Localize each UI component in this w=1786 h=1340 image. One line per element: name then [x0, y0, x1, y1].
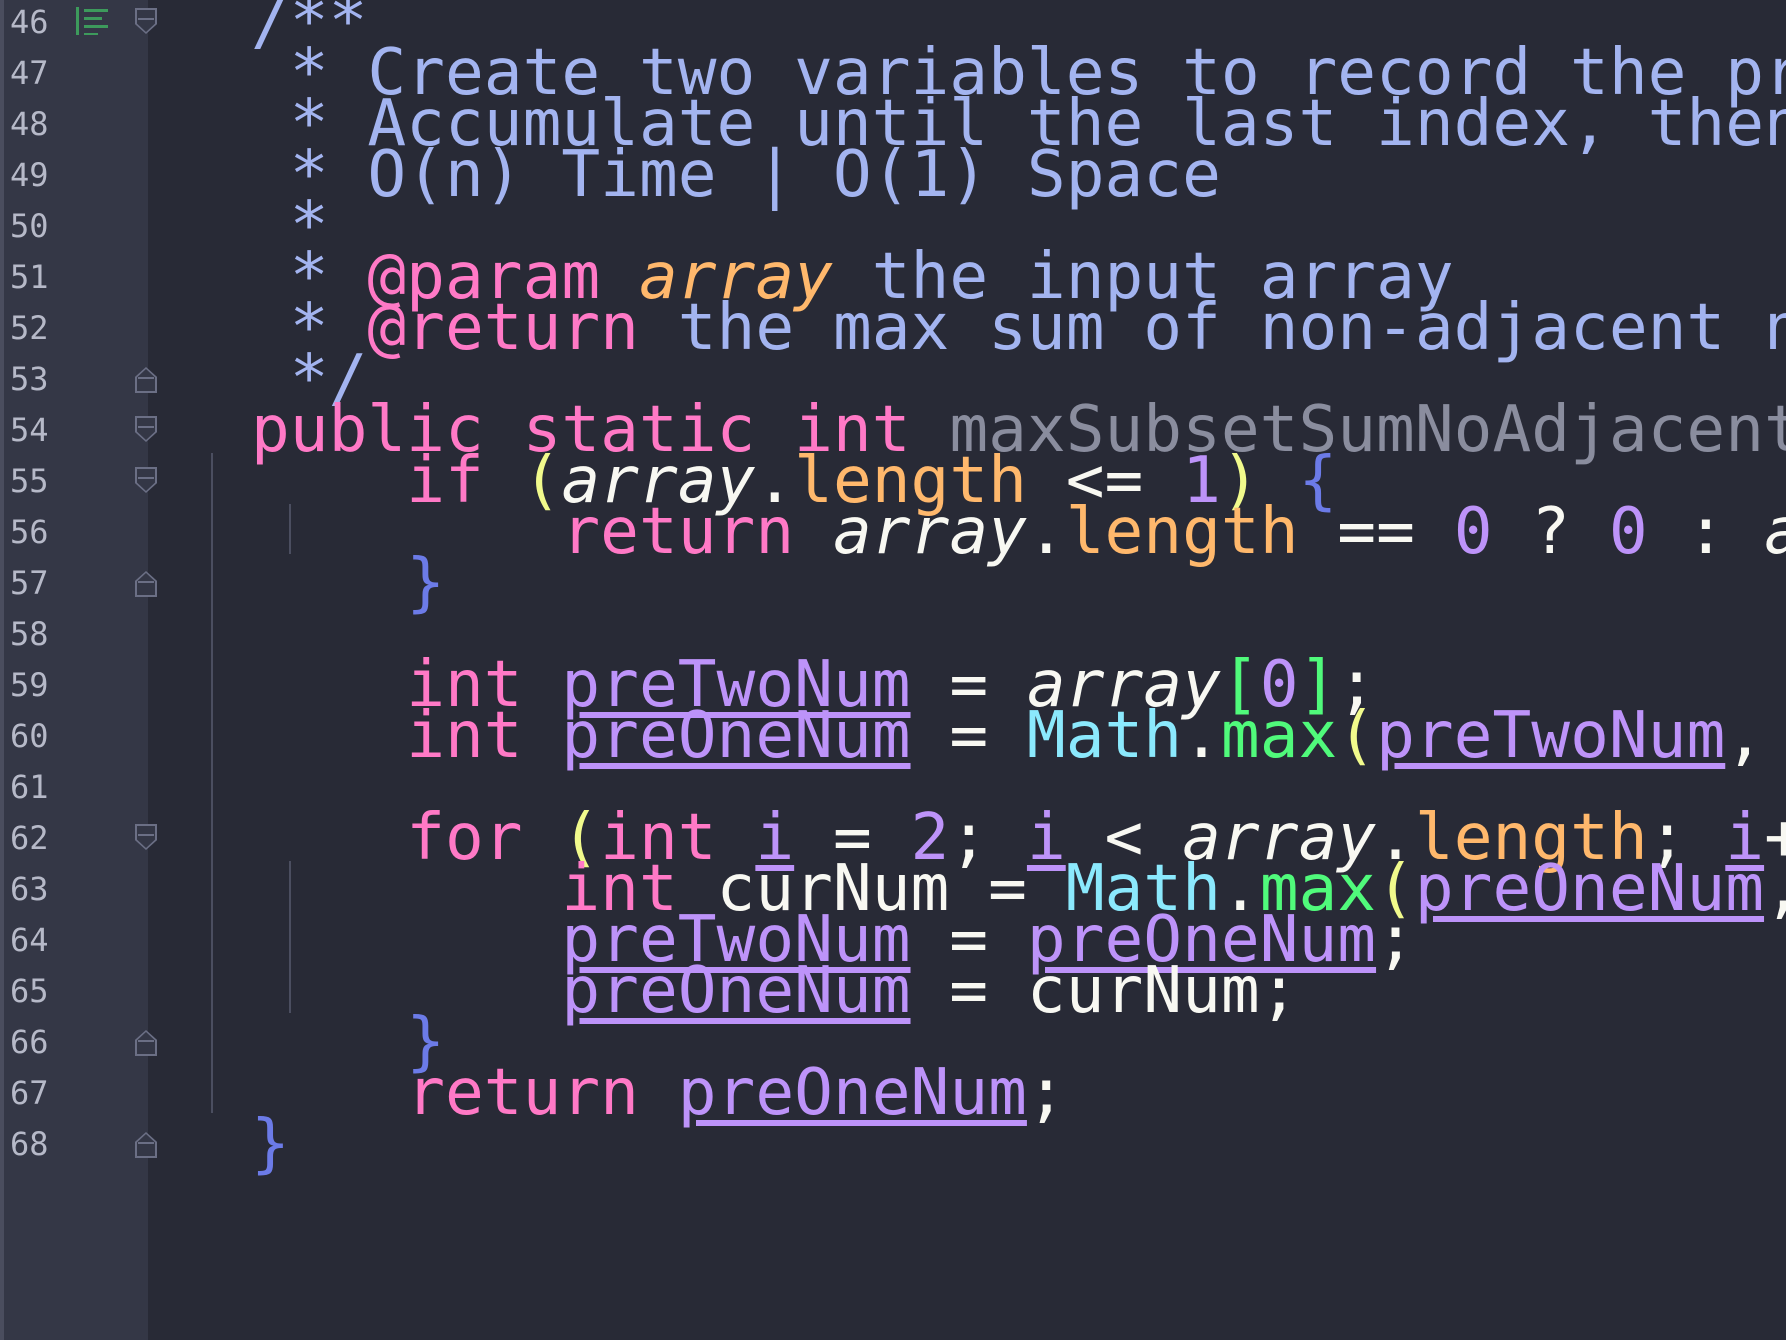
code-token: } — [251, 1106, 290, 1181]
fold-end-icon[interactable] — [135, 367, 157, 393]
fold-end-icon[interactable] — [135, 571, 157, 597]
code-text[interactable]: * O(n) Time | O(1) Space — [251, 142, 1221, 206]
fold-collapse-icon[interactable] — [135, 824, 157, 850]
fold-end-icon[interactable] — [135, 1030, 157, 1056]
line-number[interactable]: 60 — [10, 707, 49, 765]
line-number[interactable]: 65 — [10, 962, 49, 1020]
line-number[interactable]: 66 — [10, 1013, 49, 1071]
line-number[interactable]: 62 — [10, 809, 49, 867]
line-number[interactable]: 54 — [10, 401, 49, 459]
fold-end-icon[interactable] — [135, 1132, 157, 1158]
code-line-57[interactable]: 57 } — [0, 550, 1786, 614]
line-number[interactable]: 49 — [10, 146, 49, 204]
line-number[interactable]: 68 — [10, 1115, 49, 1173]
code-text[interactable]: return array.length == 0 ? 0 : array[0]; — [251, 499, 1786, 563]
line-number[interactable]: 48 — [10, 95, 49, 153]
indent-guide — [289, 861, 291, 1013]
fold-collapse-icon[interactable] — [135, 467, 157, 493]
indent-guide — [211, 453, 213, 1113]
code-editor[interactable]: 46/** 47 * Create two variables to record… — [0, 0, 1786, 1340]
code-line-60[interactable]: 60 int preOneNum = Math.max(preTwoNum, a… — [0, 703, 1786, 767]
code-text[interactable]: return preOneNum; — [251, 1060, 1066, 1124]
indent-guide — [289, 504, 291, 554]
line-number[interactable]: 50 — [10, 197, 49, 255]
line-number[interactable]: 55 — [10, 452, 49, 510]
line-number[interactable]: 53 — [10, 350, 49, 408]
line-number[interactable]: 58 — [10, 605, 49, 663]
fold-collapse-icon[interactable] — [135, 8, 157, 34]
line-number[interactable]: 63 — [10, 860, 49, 918]
line-number[interactable]: 57 — [10, 554, 49, 612]
line-number[interactable]: 56 — [10, 503, 49, 561]
line-number[interactable]: 61 — [10, 758, 49, 816]
line-number[interactable]: 59 — [10, 656, 49, 714]
code-text[interactable]: } — [251, 1111, 290, 1175]
line-number[interactable]: 64 — [10, 911, 49, 969]
line-number[interactable]: 51 — [10, 248, 49, 306]
line-number[interactable]: 52 — [10, 299, 49, 357]
fold-collapse-icon[interactable] — [135, 416, 157, 442]
javadoc-render-icon[interactable] — [76, 7, 110, 35]
code-line-68[interactable]: 68} — [0, 1111, 1786, 1175]
code-text[interactable]: * @return the max sum of non-adjacent nu… — [251, 295, 1786, 359]
line-number[interactable]: 47 — [10, 44, 49, 102]
code-text[interactable]: int preOneNum = Math.max(preTwoNum, arra… — [251, 703, 1786, 767]
code-text[interactable]: } — [251, 550, 445, 614]
line-number[interactable]: 67 — [10, 1064, 49, 1122]
